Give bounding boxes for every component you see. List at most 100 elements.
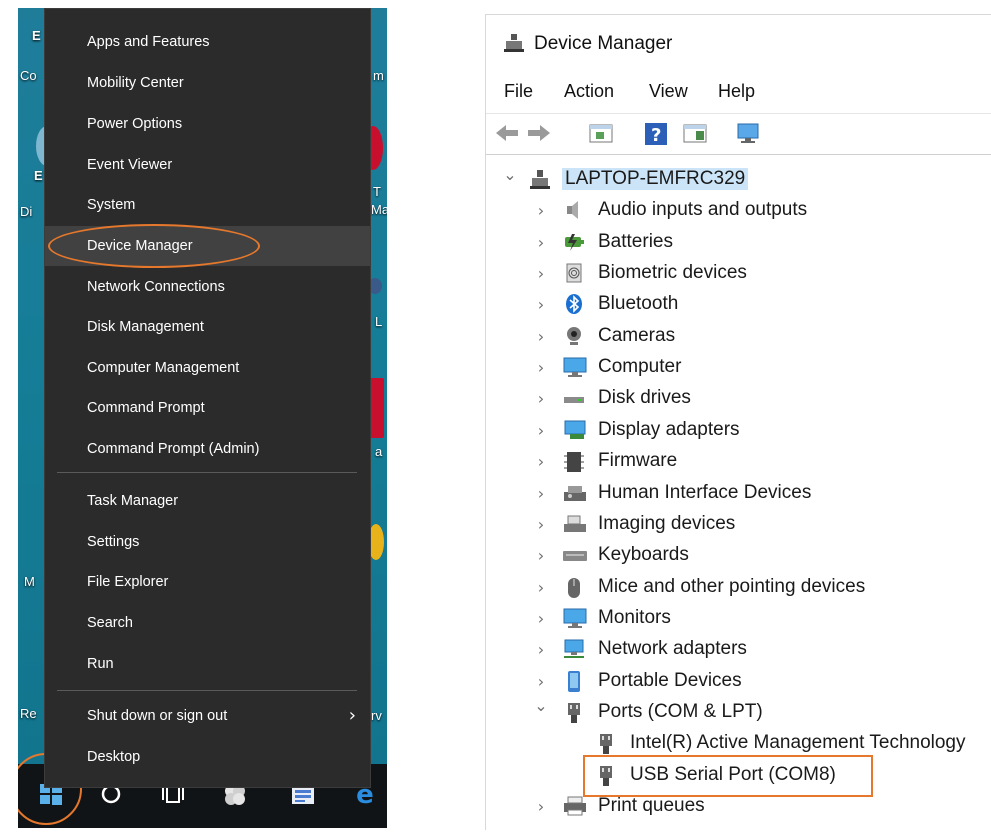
chevron-down-icon[interactable]: ⌄ <box>534 696 548 715</box>
network-icon <box>562 638 586 662</box>
tree-category-label: Print queues <box>598 795 705 816</box>
winx-menu-item-label: Disk Management <box>87 319 204 335</box>
camera-icon <box>562 325 586 349</box>
tree-root-label: LAPTOP-EMFRC329 <box>562 168 749 190</box>
tree-category-row[interactable]: › Human Interface Devices <box>486 479 991 509</box>
device-tree: ⌄ LAPTOP-EMFRC329 › Audio inputs and output… <box>486 155 991 830</box>
winx-menu-item-label: Settings <box>87 534 140 550</box>
winx-menu-item-1[interactable]: Mobility Center <box>45 63 370 103</box>
chevron-right-icon[interactable]: › <box>534 389 548 408</box>
winx-menu-item-label: Mobility Center <box>87 75 184 91</box>
tree-category-row[interactable]: › Disk drives <box>486 384 991 414</box>
winx-menu-item-4[interactable]: System <box>45 185 370 225</box>
tree-category-row[interactable]: › Firmware <box>486 447 991 477</box>
winx-menu-item-label: File Explorer <box>87 574 169 590</box>
winx-menu-item-16[interactable]: Shut down or sign out › <box>45 696 370 736</box>
chevron-right-icon[interactable]: › <box>534 609 548 628</box>
fingerprint-icon <box>562 262 586 286</box>
chevron-right-icon[interactable]: › <box>534 640 548 659</box>
bluetooth-icon <box>562 293 586 317</box>
desktop-label-fragment: T <box>373 184 381 199</box>
chevron-right-icon[interactable]: › <box>534 546 548 565</box>
menu-file[interactable]: File <box>504 81 533 102</box>
tree-category-row[interactable]: ⌄ Ports (COM & LPT) <box>486 696 991 728</box>
chevron-right-icon[interactable]: › <box>534 515 548 534</box>
winx-menu-item-8[interactable]: Computer Management <box>45 348 370 388</box>
winx-menu-item-15[interactable]: Run <box>45 644 370 684</box>
chevron-down-icon[interactable]: ⌄ <box>503 165 517 184</box>
desktop-label-fragment: Co <box>20 68 37 83</box>
tree-category-row[interactable]: › Portable Devices <box>486 667 991 697</box>
winx-menu-item-3[interactable]: Event Viewer <box>45 145 370 185</box>
tree-category-row[interactable]: › Audio inputs and outputs <box>486 196 991 226</box>
speaker-icon <box>562 199 586 223</box>
winx-menu-item-11[interactable]: Task Manager <box>45 481 370 521</box>
back-icon[interactable] <box>494 122 518 144</box>
menu-action[interactable]: Action <box>564 81 614 102</box>
winx-menu-item-17[interactable]: Desktop <box>45 737 370 777</box>
monitor-scan-icon[interactable] <box>736 122 760 144</box>
tree-category-label: Human Interface Devices <box>598 481 812 503</box>
port-device-label: Intel(R) Active Management Technology <box>630 732 966 754</box>
menu-view[interactable]: View <box>649 81 688 102</box>
tree-category-row[interactable]: › Biometric devices <box>486 259 991 289</box>
winx-menu-item-label: Power Options <box>87 116 183 132</box>
winx-menu-item-label: Apps and Features <box>87 34 210 50</box>
properties-icon[interactable] <box>588 122 613 144</box>
winx-menu-item-label: Computer Management <box>87 360 240 376</box>
tree-category-label: Monitors <box>598 606 671 628</box>
chevron-right-icon[interactable]: › <box>534 264 548 283</box>
computer-icon <box>562 356 587 380</box>
chevron-right-icon[interactable]: › <box>534 421 548 440</box>
winx-menu-item-13[interactable]: File Explorer <box>45 562 370 602</box>
desktop-label-fragment: M <box>24 574 35 589</box>
chevron-right-icon[interactable]: › <box>534 327 548 346</box>
chevron-right-icon[interactable]: › <box>534 797 548 816</box>
winx-menu-item-7[interactable]: Disk Management <box>45 307 370 347</box>
winx-menu-item-10[interactable]: Command Prompt (Admin) <box>45 429 370 469</box>
tree-category-label: Network adapters <box>598 638 747 660</box>
tree-category-label: Audio inputs and outputs <box>598 199 808 221</box>
hid-icon <box>562 482 586 506</box>
tree-category-label: Display adapters <box>598 418 740 440</box>
winx-menu-item-6[interactable]: Network Connections <box>45 267 370 307</box>
winx-menu-item-2[interactable]: Power Options <box>45 104 370 144</box>
tree-category-row[interactable]: › Batteries <box>486 228 991 258</box>
tree-category-row[interactable]: › Monitors <box>486 604 991 634</box>
chevron-right-icon[interactable]: › <box>534 484 548 503</box>
winx-menu-item-0[interactable]: Apps and Features <box>45 22 370 62</box>
tree-category-label: Batteries <box>598 230 673 252</box>
winx-menu-item-12[interactable]: Settings <box>45 522 370 562</box>
portable-device-icon <box>562 670 586 694</box>
tree-category-row[interactable]: › Computer <box>486 353 991 383</box>
chevron-right-icon[interactable]: › <box>534 358 548 377</box>
tree-category-row[interactable]: › Mice and other pointing devices <box>486 573 991 603</box>
winx-menu-item-9[interactable]: Command Prompt <box>45 388 370 428</box>
tree-category-row[interactable]: › Display adapters <box>486 416 991 446</box>
monitor-icon <box>562 607 587 631</box>
tree-category-row[interactable]: › Imaging devices <box>486 510 991 540</box>
chevron-right-icon[interactable]: › <box>534 295 548 314</box>
battery-icon <box>562 231 586 255</box>
tree-category-row[interactable]: › Keyboards <box>486 541 991 571</box>
menu-help[interactable]: Help <box>718 81 755 102</box>
winx-menu-item-14[interactable]: Search <box>45 603 370 643</box>
chevron-right-icon[interactable]: › <box>534 578 548 597</box>
forward-icon[interactable] <box>526 122 550 144</box>
chevron-right-icon[interactable]: › <box>534 672 548 691</box>
chevron-right-icon[interactable]: › <box>534 201 548 220</box>
device-manager-title-icon <box>502 31 526 55</box>
tree-category-label: Keyboards <box>598 544 689 566</box>
tree-root-row[interactable]: ⌄ LAPTOP-EMFRC329 <box>486 165 991 195</box>
action-pane-icon[interactable] <box>682 122 707 144</box>
help-icon[interactable]: ? <box>644 122 668 146</box>
chevron-right-icon[interactable]: › <box>534 233 548 252</box>
toolbar: ? <box>486 113 991 155</box>
tree-category-row[interactable]: › Cameras <box>486 322 991 352</box>
tree-category-row[interactable]: › Bluetooth <box>486 290 991 320</box>
tree-category-row[interactable]: › Network adapters <box>486 635 991 665</box>
svg-text:?: ? <box>651 125 661 146</box>
chevron-right-icon[interactable]: › <box>534 452 548 471</box>
desktop-label-fragment: rv <box>371 708 382 723</box>
tree-category-label: Ports (COM & LPT) <box>598 700 763 722</box>
